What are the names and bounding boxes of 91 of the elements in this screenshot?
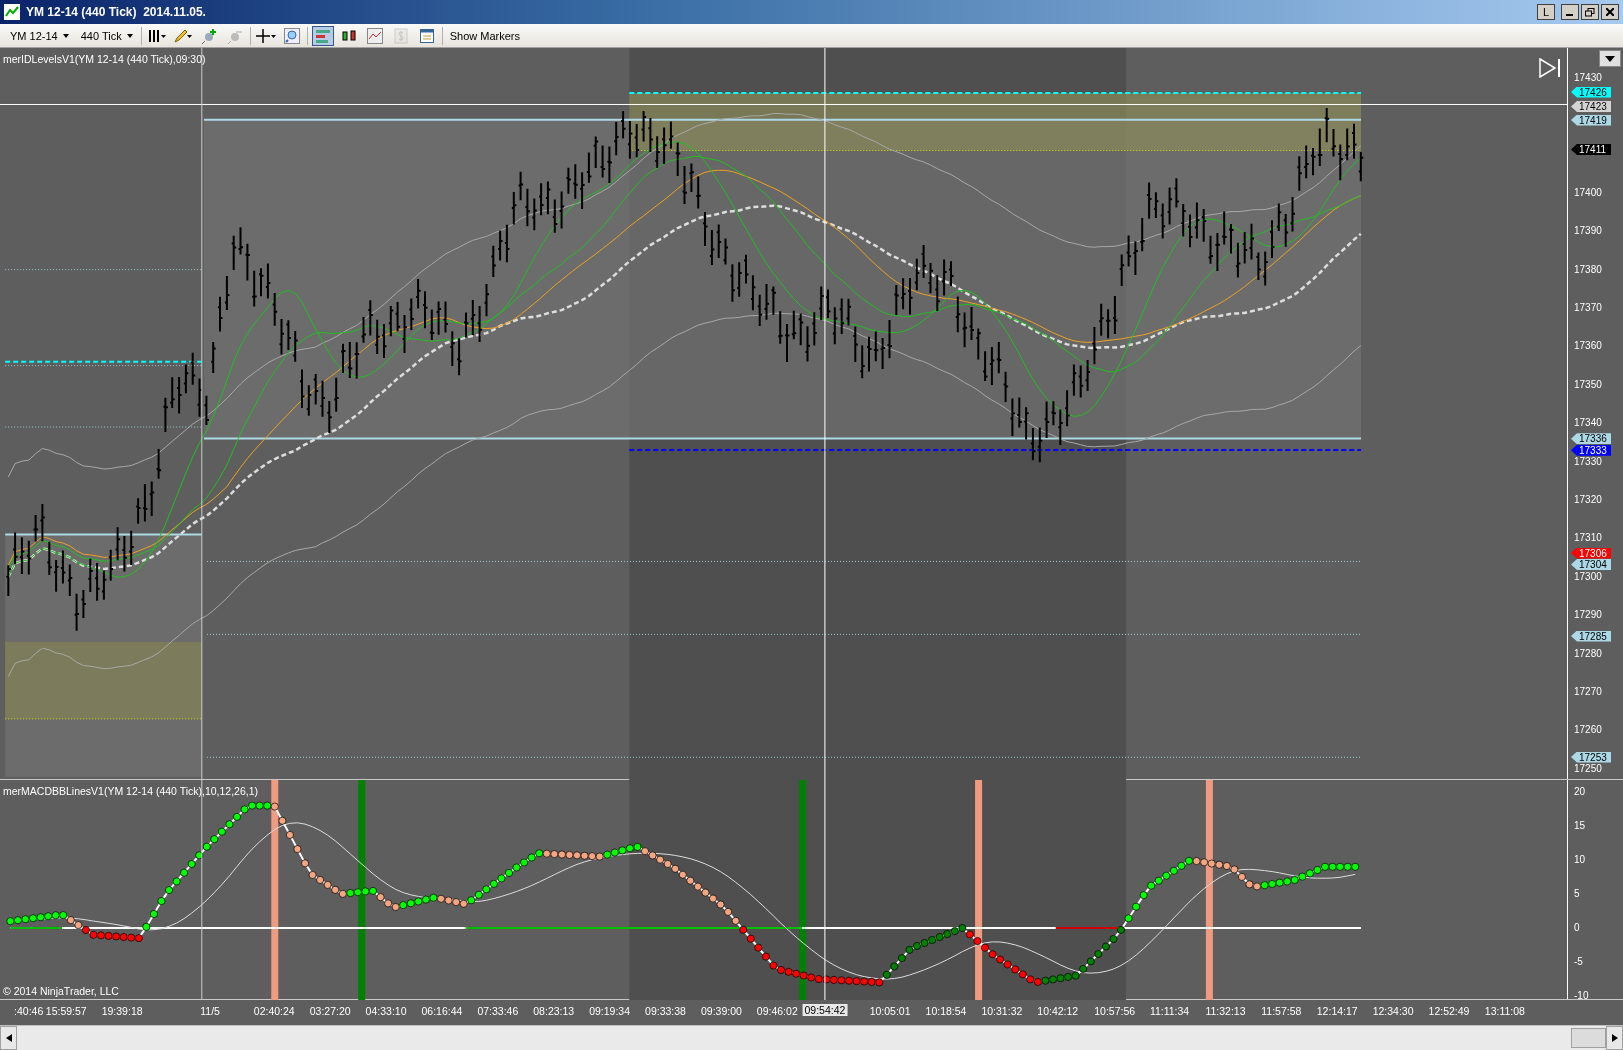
time-axis-label: 09:33:38 — [645, 1005, 686, 1017]
chart-app-icon — [4, 4, 20, 20]
minimize-button[interactable] — [1561, 4, 1579, 20]
time-axis-label: 06:16:44 — [421, 1005, 463, 1017]
price-marker: 17253 — [1571, 751, 1611, 763]
scroll-left-button[interactable] — [0, 1026, 17, 1050]
time-axis-label: 11/5 — [200, 1005, 220, 1017]
price-marker: 17419 — [1571, 114, 1611, 126]
price-axis-label: 17380 — [1574, 263, 1602, 276]
indicator-axis-label: 15 — [1574, 820, 1586, 832]
time-axis-label: 09:19:34 — [589, 1005, 631, 1017]
price-axis-label: 17270 — [1574, 686, 1602, 698]
price-marker: 17336 — [1571, 433, 1611, 445]
skip-to-end-icon[interactable] — [1539, 58, 1562, 78]
indicator-axis-label: 5 — [1574, 888, 1580, 900]
time-axis-label: 11:11:34 — [1149, 1005, 1190, 1017]
time-axis-label: 10:05:01 — [869, 1005, 911, 1017]
indicator-axis-label: 20 — [1574, 786, 1586, 798]
price-marker: 17285 — [1571, 630, 1611, 642]
close-button[interactable] — [1601, 4, 1619, 20]
lock-button[interactable]: L — [1537, 4, 1555, 20]
time-axis-label: 10:57:56 — [1094, 1005, 1136, 1017]
time-axis-label: 04:33:10 — [365, 1005, 407, 1017]
indicator-label: merMACDBBLinesV1(YM 12-14 (440 Tick),10,12,26,1) — [3, 785, 259, 797]
indicator-axis-label: -5 — [1574, 956, 1583, 968]
show-markers-button[interactable]: Show Markers — [446, 27, 523, 44]
left-arrow-icon — [5, 1034, 12, 1042]
indicator-axis-label: -10 — [1574, 990, 1589, 1002]
window-title: YM 12-14 (440 Tick) 2014.11.05. — [26, 5, 207, 19]
price-marker: 17411 — [1571, 144, 1611, 155]
properties-icon — [418, 27, 435, 44]
indicator-axis-label: 10 — [1574, 854, 1586, 866]
price-axis-label: 17340 — [1574, 417, 1602, 430]
time-axis-label: 10:18:54 — [925, 1005, 967, 1017]
panels-toggle-button[interactable] — [311, 25, 334, 46]
indicator-label: merIDLevelsV1(YM 12-14 (440 Tick),09:30) — [3, 53, 206, 65]
scroll-right-button[interactable] — [1606, 1026, 1623, 1050]
line-chart-icon — [366, 27, 383, 44]
crosshair-time-label: 09:54:42 — [802, 1004, 848, 1016]
price-axis-label: 17290 — [1574, 609, 1602, 622]
caret-icon — [62, 33, 69, 38]
time-axis-label: 02:40:24 — [253, 1005, 295, 1017]
time-axis-label: 12:34:30 — [1372, 1005, 1414, 1017]
caret-icon — [1605, 55, 1615, 62]
price-marker: 17306 — [1571, 547, 1611, 559]
price-axis-label: 17430 — [1574, 71, 1602, 84]
time-axis-label: 10:42:12 — [1037, 1005, 1079, 1017]
price-axis-label: 17350 — [1574, 378, 1602, 391]
time-axis-label: 07:33:46 — [477, 1005, 519, 1017]
price-marker: 17333 — [1571, 444, 1611, 456]
dollar-icon — [392, 27, 409, 44]
time-axis-label: 09:39:00 — [700, 1005, 742, 1017]
caret-icon — [126, 33, 133, 38]
time-axis-label: 11:57:58 — [1261, 1005, 1302, 1017]
period-dropdown[interactable]: 440 Tick — [76, 27, 137, 44]
price-marker: 17304 — [1571, 559, 1611, 570]
instrument-dropdown[interactable]: YM 12-14 — [6, 27, 73, 44]
price-axis-label: 17260 — [1574, 724, 1602, 737]
right-arrow-icon — [1611, 1034, 1618, 1042]
copyright-text: © 2014 NinjaTrader, LLC — [3, 985, 119, 997]
time-axis-label: :40:46 — [14, 1005, 44, 1017]
indicator-axis-label: 0 — [1574, 922, 1580, 934]
time-axis-label: 11:32:13 — [1205, 1005, 1246, 1017]
scrollbar-thumb[interactable] — [1571, 1028, 1606, 1048]
price-axis-label: 17400 — [1574, 186, 1602, 199]
time-axis-label: 03:27:20 — [309, 1005, 351, 1017]
time-axis-label: 12:14:17 — [1316, 1005, 1358, 1017]
time-axis-label: 19:39:18 — [101, 1005, 143, 1017]
price-axis-label: 17310 — [1574, 532, 1602, 545]
price-axis-label: 17370 — [1574, 302, 1602, 314]
candlestick-icon — [340, 27, 357, 44]
restore-button[interactable] — [1581, 4, 1599, 20]
price-axis-label: 17360 — [1574, 340, 1602, 353]
price-axis-label: 17330 — [1574, 455, 1602, 468]
axis-menu-button[interactable] — [1599, 50, 1621, 67]
price-marker: 17423 — [1571, 101, 1611, 113]
price-axis-label: 17390 — [1574, 225, 1602, 238]
price-marker: 17426 — [1571, 86, 1611, 98]
panel-bars-icon — [314, 27, 331, 44]
time-axis-label: 10:31:32 — [981, 1005, 1023, 1017]
close-icon — [1606, 8, 1614, 16]
time-axis-label: 12:52:49 — [1428, 1005, 1470, 1017]
price-axis-label: 17300 — [1574, 570, 1602, 583]
time-axis-label: 15:59:57 — [45, 1005, 87, 1017]
price-axis-label: 17320 — [1574, 494, 1602, 506]
price-axis-label: 17280 — [1574, 647, 1602, 660]
restore-icon — [1585, 7, 1595, 17]
time-axis-label: 13:11:08 — [1484, 1005, 1525, 1017]
time-axis-label: 08:23:13 — [533, 1005, 575, 1017]
price-axis-label: 17250 — [1574, 762, 1602, 775]
time-axis-label: 09:46:02 — [756, 1005, 798, 1017]
